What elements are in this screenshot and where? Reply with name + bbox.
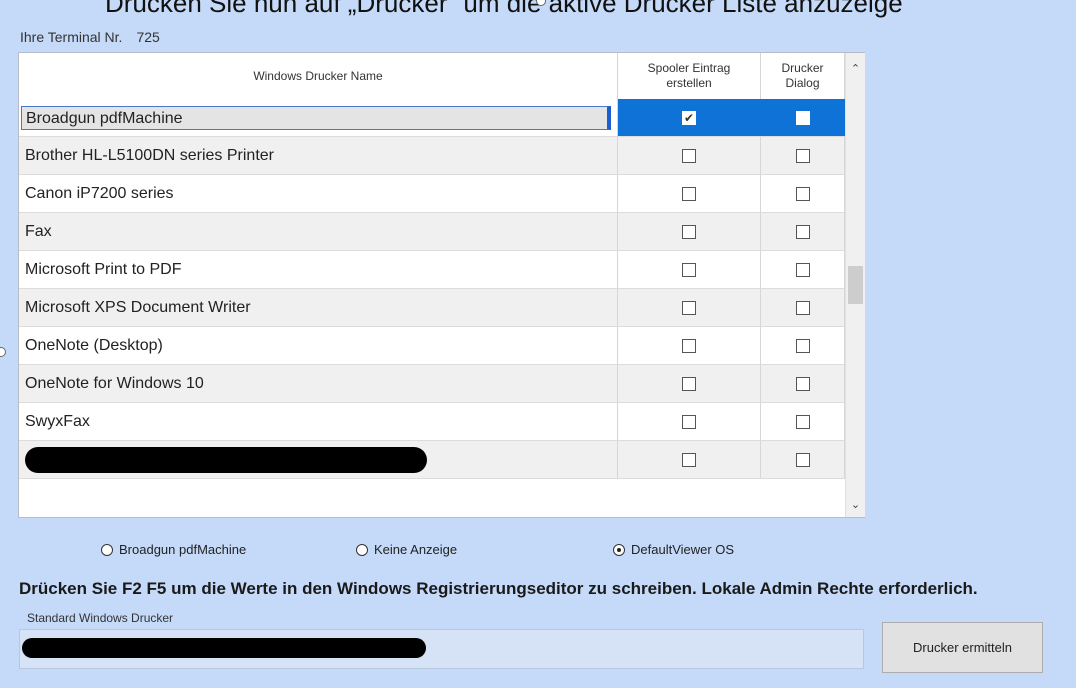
header-printer-name[interactable]: Windows Drucker Name — [19, 53, 618, 99]
dialog-cell — [761, 251, 845, 288]
printer-name-cell[interactable]: Canon iP7200 series — [19, 175, 618, 212]
redacted-printer-name — [22, 638, 426, 658]
spooler-checkbox[interactable] — [682, 376, 696, 391]
vertical-scrollbar[interactable]: ⌃ ⌄ — [845, 53, 865, 517]
printer-name-cell[interactable]: OneNote (Desktop) — [19, 327, 618, 364]
dialog-checkbox[interactable] — [795, 452, 810, 467]
printer-name-editor[interactable]: Broadgun pdfMachine — [21, 105, 611, 130]
printer-name: Fax — [25, 222, 52, 240]
spooler-cell — [618, 441, 761, 478]
table-row[interactable]: Brother HL-L5100DN series Printer — [19, 137, 845, 175]
radio-button-icon[interactable] — [613, 543, 625, 556]
dialog-cell — [761, 137, 845, 174]
spooler-checkbox[interactable] — [682, 186, 696, 201]
printer-name-cell[interactable]: Brother HL-L5100DN series Printer — [19, 137, 618, 174]
instruction-caption: Drücken Sie nun auf „Drucker“ um die akt… — [105, 0, 903, 18]
printer-name-cell[interactable]: Microsoft XPS Document Writer — [19, 289, 618, 326]
radio-label: Keine Anzeige — [374, 542, 458, 557]
spooler-checkbox[interactable] — [682, 224, 696, 239]
table-row[interactable]: OneNote (Desktop) — [19, 327, 845, 365]
table-row[interactable]: SwyxFax — [19, 403, 845, 441]
terminal-number: Ihre Terminal Nr. 725 — [20, 29, 160, 45]
spooler-cell — [618, 137, 761, 174]
spooler-checkbox[interactable]: ✔ — [682, 110, 696, 125]
dialog-cell — [761, 175, 845, 212]
table-row[interactable]: Fax — [19, 213, 845, 251]
dialog-cell — [761, 403, 845, 440]
detect-printers-button[interactable]: Drucker ermitteln — [882, 622, 1043, 673]
printer-name: SwyxFax — [25, 412, 90, 430]
printer-name-cell[interactable]: Broadgun pdfMachine — [19, 99, 618, 136]
spooler-cell — [618, 365, 761, 402]
dialog-checkbox[interactable] — [795, 338, 810, 353]
scroll-down-icon[interactable]: ⌄ — [846, 495, 865, 515]
standard-printer-label: Standard Windows Drucker — [27, 611, 174, 625]
radio-button-icon[interactable] — [356, 543, 368, 556]
printer-name-cell[interactable]: Fax — [19, 213, 618, 250]
dialog-checkbox[interactable] — [795, 110, 810, 125]
table-row[interactable]: Broadgun pdfMachine ✔ — [19, 99, 845, 137]
printer-name: Brother HL-L5100DN series Printer — [25, 146, 274, 164]
spooler-cell: ✔ — [618, 99, 761, 136]
radio-label: DefaultViewer OS — [631, 542, 735, 557]
dialog-checkbox[interactable] — [795, 148, 810, 163]
radio-label: Broadgun pdfMachine — [119, 542, 247, 557]
spooler-cell — [618, 289, 761, 326]
printer-name: Microsoft XPS Document Writer — [25, 298, 251, 316]
printer-name: OneNote for Windows 10 — [25, 374, 204, 392]
spooler-cell — [618, 327, 761, 364]
dialog-checkbox[interactable] — [795, 300, 810, 315]
spooler-cell — [618, 213, 761, 250]
header-spooler[interactable]: Spooler Eintrag erstellen — [618, 53, 761, 99]
dialog-checkbox[interactable] — [795, 414, 810, 429]
terminal-value: 725 — [136, 29, 160, 45]
spooler-cell — [618, 403, 761, 440]
spooler-checkbox[interactable] — [682, 148, 696, 163]
radio-option[interactable]: Keine Anzeige — [356, 542, 457, 557]
terminal-label: Ihre Terminal Nr. — [20, 29, 123, 45]
table-row[interactable]: Microsoft Print to PDF — [19, 251, 845, 289]
resize-handle-left — [0, 347, 6, 357]
radio-button-icon[interactable] — [101, 543, 113, 556]
dialog-checkbox[interactable] — [795, 186, 810, 201]
printer-grid[interactable]: Windows Drucker Name Spooler Eintrag ers… — [18, 52, 865, 518]
printer-name: OneNote (Desktop) — [25, 336, 163, 354]
table-row[interactable] — [19, 441, 845, 479]
spooler-checkbox[interactable] — [682, 452, 696, 467]
dialog-cell — [761, 441, 845, 478]
scroll-thumb[interactable] — [848, 266, 863, 304]
spooler-cell — [618, 175, 761, 212]
spooler-checkbox[interactable] — [682, 300, 696, 315]
registry-notice: Drücken Sie F2 F5 um die Werte in den Wi… — [19, 579, 978, 598]
printer-name-cell[interactable]: Microsoft Print to PDF — [19, 251, 618, 288]
printer-name-cell[interactable]: SwyxFax — [19, 403, 618, 440]
spooler-checkbox[interactable] — [682, 338, 696, 353]
printer-name-cell[interactable]: OneNote for Windows 10 — [19, 365, 618, 402]
check-icon: ✔ — [683, 110, 695, 125]
spooler-checkbox[interactable] — [682, 262, 696, 277]
dialog-checkbox[interactable] — [795, 376, 810, 391]
radio-option[interactable]: DefaultViewer OS — [613, 542, 734, 557]
grid-header: Windows Drucker Name Spooler Eintrag ers… — [19, 53, 845, 100]
dialog-cell — [761, 99, 845, 136]
printer-name: Canon iP7200 series — [25, 184, 174, 202]
dialog-cell — [761, 289, 845, 326]
scroll-up-icon[interactable]: ⌃ — [846, 59, 865, 79]
dialog-cell — [761, 327, 845, 364]
table-row[interactable]: Microsoft XPS Document Writer — [19, 289, 845, 327]
spooler-checkbox[interactable] — [682, 414, 696, 429]
printer-name-cell[interactable] — [19, 441, 618, 478]
redacted-printer-name — [25, 447, 427, 473]
radio-option[interactable]: Broadgun pdfMachine — [101, 542, 246, 557]
header-dialog[interactable]: Drucker Dialog — [761, 53, 845, 99]
standard-printer-field[interactable] — [19, 629, 864, 669]
table-row[interactable]: Canon iP7200 series — [19, 175, 845, 213]
printer-name: Microsoft Print to PDF — [25, 260, 182, 278]
dialog-cell — [761, 365, 845, 402]
dialog-checkbox[interactable] — [795, 224, 810, 239]
spooler-cell — [618, 251, 761, 288]
table-row[interactable]: OneNote for Windows 10 — [19, 365, 845, 403]
dialog-checkbox[interactable] — [795, 262, 810, 277]
dialog-cell — [761, 213, 845, 250]
